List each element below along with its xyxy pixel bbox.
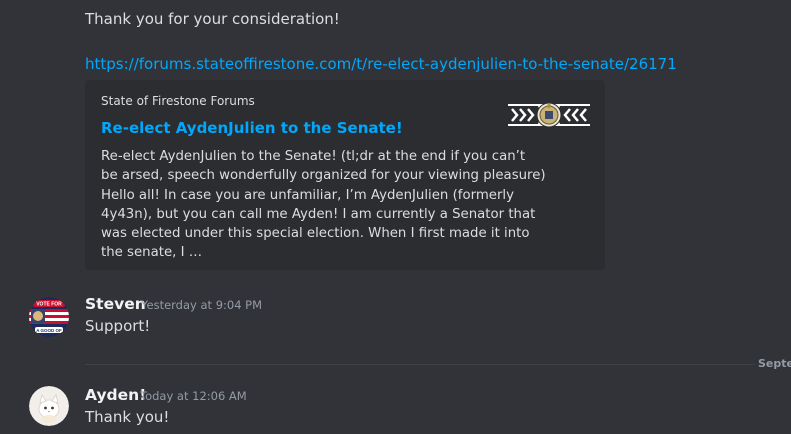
date-divider-line bbox=[85, 364, 755, 365]
avatar-badge-bottom-text: A GOOD OF bbox=[36, 328, 62, 333]
avatar[interactable]: VOTE FOR A GOOD OF bbox=[29, 297, 69, 337]
firestone-seal-banner-icon bbox=[508, 102, 590, 128]
forum-link[interactable]: https://forums.stateoffirestone.com/t/re… bbox=[85, 54, 677, 74]
username[interactable]: Steven bbox=[85, 294, 146, 314]
message-text: Support! bbox=[85, 317, 151, 335]
timestamp[interactable]: Yesterday at 9:04 PM bbox=[141, 297, 262, 313]
embed-description-line: 4y43n), but you can call me Ayden! I am … bbox=[101, 206, 536, 222]
vote-badge-avatar-icon: VOTE FOR A GOOD OF bbox=[29, 297, 69, 337]
embed-description-line: the senate, I … bbox=[101, 245, 203, 261]
embed-description-line: was elected under this special election.… bbox=[101, 226, 530, 242]
embed-thumbnail[interactable] bbox=[508, 100, 590, 130]
message-text: Thank you! bbox=[85, 408, 170, 426]
avatar[interactable] bbox=[29, 386, 69, 426]
embed-description-line: Hello all! In case you are unfamiliar, I… bbox=[101, 187, 514, 203]
white-kitten-avatar-icon bbox=[29, 386, 69, 426]
embed-description-line: be arsed, speech wonderfully organized f… bbox=[101, 168, 546, 184]
embed-provider: State of Firestone Forums bbox=[101, 94, 255, 108]
embed-description: Re-elect AydenJulien to the Senate! (tl;… bbox=[101, 147, 546, 263]
embed-description-line: Re-elect AydenJulien to the Senate! (tl;… bbox=[101, 149, 526, 164]
timestamp[interactable]: Today at 12:06 AM bbox=[140, 388, 247, 404]
username[interactable]: Ayden! bbox=[85, 385, 146, 405]
date-divider-label: Septer bbox=[758, 357, 791, 370]
message-text: Thank you for your consideration! bbox=[85, 10, 340, 28]
avatar-badge-top-text: VOTE FOR bbox=[36, 302, 62, 308]
embed-title[interactable]: Re-elect AydenJulien to the Senate! bbox=[101, 118, 403, 138]
